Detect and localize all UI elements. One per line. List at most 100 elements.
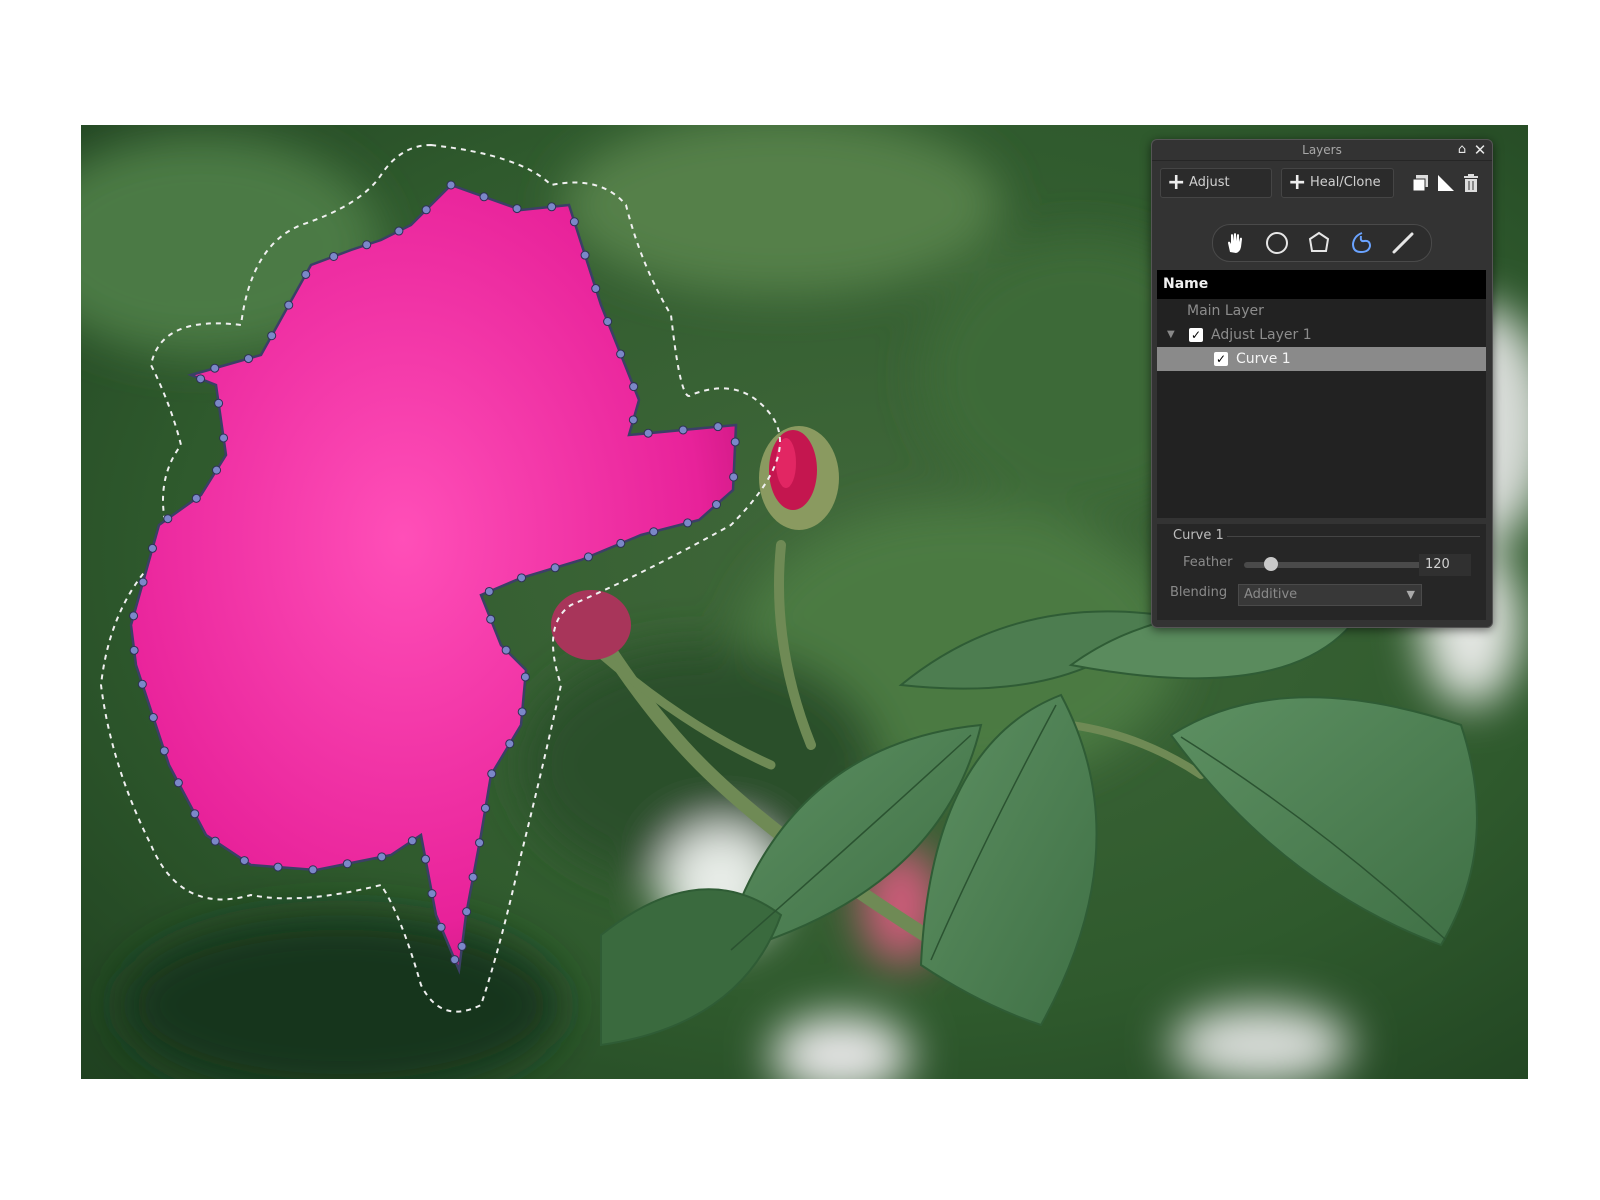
mask-node[interactable] bbox=[649, 527, 659, 537]
add-heal-clone-layer-button[interactable]: + Heal/Clone bbox=[1281, 168, 1394, 198]
mask-node[interactable] bbox=[243, 354, 253, 364]
mask-node[interactable] bbox=[683, 518, 693, 528]
layer-list-header: Name bbox=[1157, 270, 1486, 299]
mask-node[interactable] bbox=[212, 465, 222, 475]
mask-node[interactable] bbox=[436, 922, 446, 932]
mask-node[interactable] bbox=[457, 941, 467, 951]
duplicate-icon[interactable] bbox=[1410, 172, 1432, 194]
mask-node[interactable] bbox=[427, 889, 437, 899]
mask-node[interactable] bbox=[462, 907, 472, 917]
mask-node[interactable] bbox=[580, 250, 590, 260]
mask-node[interactable] bbox=[129, 611, 139, 621]
layer-list[interactable]: Name Main Layer ▼ ✓ Adjust Layer 1 ✓ Cur… bbox=[1157, 270, 1486, 518]
mask-node[interactable] bbox=[547, 202, 557, 212]
mask-node[interactable] bbox=[729, 472, 739, 482]
mask-node[interactable] bbox=[284, 300, 294, 310]
mask-node[interactable] bbox=[362, 240, 372, 250]
mask-node[interactable] bbox=[210, 363, 220, 373]
mask-node[interactable] bbox=[394, 226, 404, 236]
polygon-tool[interactable] bbox=[1301, 227, 1337, 259]
mask-node[interactable] bbox=[450, 955, 460, 965]
mask-node[interactable] bbox=[643, 428, 653, 438]
layer-label: Main Layer bbox=[1187, 303, 1264, 319]
mask-node[interactable] bbox=[377, 852, 387, 862]
mask-node[interactable] bbox=[301, 269, 311, 279]
ellipse-tool[interactable] bbox=[1259, 227, 1295, 259]
close-icon[interactable]: ✕ bbox=[1472, 142, 1488, 158]
mask-node[interactable] bbox=[342, 859, 352, 869]
feather-slider-handle[interactable] bbox=[1263, 557, 1278, 571]
mask-node[interactable] bbox=[468, 872, 478, 882]
invert-mask-icon[interactable] bbox=[1435, 172, 1457, 194]
mask-node[interactable] bbox=[583, 552, 593, 562]
mask-node[interactable] bbox=[163, 514, 173, 524]
mask-node[interactable] bbox=[137, 679, 147, 689]
mask-node[interactable] bbox=[475, 838, 485, 848]
mask-node[interactable] bbox=[711, 500, 721, 510]
layer-row-curve-1[interactable]: ✓ Curve 1 bbox=[1157, 347, 1486, 371]
add-adjust-layer-button[interactable]: + Adjust bbox=[1160, 168, 1272, 198]
mask-node[interactable] bbox=[191, 493, 201, 503]
add-heal-clone-label: Heal/Clone bbox=[1310, 175, 1381, 190]
mask-node[interactable] bbox=[421, 205, 431, 215]
panel-titlebar[interactable]: Layers ⌂ ✕ bbox=[1152, 140, 1492, 161]
mask-node[interactable] bbox=[421, 854, 431, 864]
mask-node[interactable] bbox=[486, 614, 496, 624]
mask-node[interactable] bbox=[219, 433, 229, 443]
layer-action-icons bbox=[1410, 172, 1482, 196]
mask-node[interactable] bbox=[616, 349, 626, 359]
feather-label: Feather bbox=[1183, 555, 1233, 570]
home-icon[interactable]: ⌂ bbox=[1454, 142, 1470, 158]
mask-node[interactable] bbox=[190, 809, 200, 819]
mask-node[interactable] bbox=[569, 217, 579, 227]
mask-node[interactable] bbox=[267, 331, 277, 341]
mask-node[interactable] bbox=[308, 865, 318, 875]
mask-node[interactable] bbox=[196, 374, 206, 384]
mask-node[interactable] bbox=[487, 769, 497, 779]
mask-node[interactable] bbox=[407, 836, 417, 846]
mask-node[interactable] bbox=[484, 586, 494, 596]
layer-visibility-checkbox[interactable]: ✓ bbox=[1189, 328, 1203, 342]
mask-node[interactable] bbox=[501, 645, 511, 655]
blending-dropdown[interactable]: Additive ▼ bbox=[1238, 584, 1422, 606]
mask-node[interactable] bbox=[616, 538, 626, 548]
mask-node[interactable] bbox=[730, 437, 740, 447]
mask-node[interactable] bbox=[138, 577, 148, 587]
layer-row-adjust-1[interactable]: ▼ ✓ Adjust Layer 1 bbox=[1157, 323, 1486, 347]
mask-node[interactable] bbox=[129, 645, 139, 655]
layer-visibility-checkbox[interactable]: ✓ bbox=[1214, 352, 1228, 366]
mask-node[interactable] bbox=[239, 856, 249, 866]
feather-value-field[interactable]: 120 bbox=[1419, 554, 1471, 576]
trash-icon[interactable] bbox=[1460, 172, 1482, 194]
layer-row-main[interactable]: Main Layer bbox=[1157, 299, 1486, 323]
brush-tool[interactable] bbox=[1385, 227, 1421, 259]
mask-node[interactable] bbox=[148, 713, 158, 723]
expand-arrow-icon[interactable]: ▼ bbox=[1167, 323, 1175, 347]
mask-node[interactable] bbox=[273, 862, 283, 872]
mask-node[interactable] bbox=[629, 382, 639, 392]
mask-node[interactable] bbox=[159, 746, 169, 756]
mask-node[interactable] bbox=[479, 192, 489, 202]
mask-node[interactable] bbox=[550, 563, 560, 573]
mask-node[interactable] bbox=[517, 707, 527, 717]
mask-node[interactable] bbox=[678, 425, 688, 435]
mask-node[interactable] bbox=[591, 284, 601, 294]
feather-slider[interactable] bbox=[1244, 557, 1422, 571]
mask-node[interactable] bbox=[210, 836, 220, 846]
mask-node[interactable] bbox=[512, 204, 522, 214]
mask-node[interactable] bbox=[603, 317, 613, 327]
freeform-curve-tool[interactable] bbox=[1343, 227, 1379, 259]
hand-tool[interactable] bbox=[1217, 227, 1253, 259]
mask-node[interactable] bbox=[517, 573, 527, 583]
mask-node[interactable] bbox=[173, 778, 183, 788]
mask-node[interactable] bbox=[147, 543, 157, 553]
mask-node[interactable] bbox=[520, 672, 530, 682]
mask-node[interactable] bbox=[214, 398, 224, 408]
layers-panel[interactable]: Layers ⌂ ✕ + Adjust + Heal/Clone Name Ma… bbox=[1151, 139, 1493, 628]
mask-node[interactable] bbox=[480, 803, 490, 813]
mask-node[interactable] bbox=[329, 251, 339, 261]
mask-node[interactable] bbox=[446, 180, 456, 190]
mask-node[interactable] bbox=[505, 739, 515, 749]
mask-node[interactable] bbox=[713, 422, 723, 432]
mask-node[interactable] bbox=[628, 415, 638, 425]
